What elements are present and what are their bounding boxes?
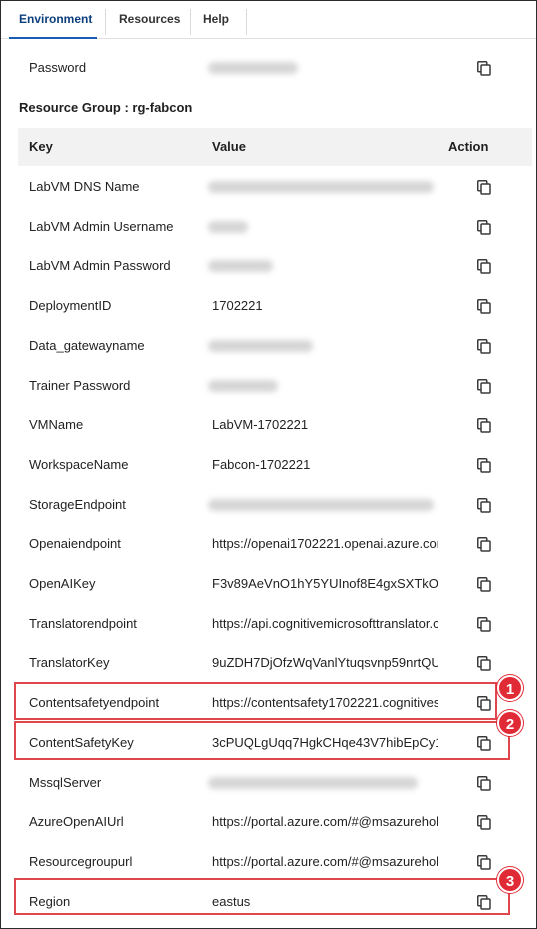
row-value: https://contentsafety1702221.cognitivese… — [212, 695, 438, 710]
resource-group-title: Resource Group : rg-fabcon — [19, 100, 193, 115]
annotation-badge-2: 2 — [497, 710, 523, 736]
row-key: DeploymentID — [29, 298, 112, 313]
table-row: Contentsafetyendpoint https://contentsafe… — [18, 684, 532, 722]
row-value: LabVM-1702221 — [212, 417, 309, 432]
copy-icon[interactable] — [477, 895, 491, 910]
row-value: 9uZDH7DjOfzWqVanlYtuqsvnp59nrtQU — [212, 655, 438, 670]
row-value: F3v89AeVnO1hY5YUInof8E4gxSXTkOu4c — [212, 576, 438, 591]
password-value-redacted — [208, 62, 298, 74]
table-row: DeploymentID 1702221 — [18, 287, 532, 325]
row-key: LabVM DNS Name — [29, 179, 140, 194]
annotation-badge-3: 3 — [497, 867, 523, 893]
tab-help[interactable]: Help — [203, 1, 229, 39]
row-key: TranslatorKey — [29, 655, 110, 670]
row-value-redacted — [208, 340, 313, 352]
copy-icon[interactable] — [477, 299, 491, 314]
table-row: Openaiendpoint https://openai1702221.open… — [18, 525, 532, 563]
header-key: Key — [29, 139, 53, 154]
table-row: Trainer Password — [18, 367, 532, 405]
copy-icon[interactable] — [477, 220, 491, 235]
tab-resources[interactable]: Resources — [119, 1, 180, 39]
tab-divider — [190, 9, 191, 35]
active-tab-indicator — [9, 37, 97, 39]
row-value: https://openai1702221.openai.azure.com — [212, 536, 438, 551]
copy-icon[interactable] — [477, 259, 491, 274]
table-row: Data_gatewayname — [18, 327, 532, 365]
row-key: Data_gatewayname — [29, 338, 145, 353]
table-row: AzureOpenAIUrl https://portal.azure.com/#… — [18, 803, 532, 841]
row-key: OpenAIKey — [29, 576, 96, 591]
table-row: ContentSafetyKey 3cPUQLgUqq7HgkCHqe43V7hi… — [18, 724, 532, 762]
table-row: Region eastus — [18, 883, 532, 921]
lab-details-panel: Environment Resources Help Password Reso… — [0, 0, 537, 929]
row-key: Contentsafetyendpoint — [29, 695, 160, 710]
copy-icon[interactable] — [477, 537, 491, 552]
password-key: Password — [29, 60, 87, 75]
copy-icon[interactable] — [477, 656, 491, 671]
annotation-badge-1: 1 — [497, 675, 523, 701]
row-value-redacted — [208, 221, 248, 233]
row-value: eastus — [212, 894, 251, 909]
row-key: Openaiendpoint — [29, 536, 121, 551]
copy-icon[interactable] — [477, 577, 491, 592]
row-key: Resourcegroupurl — [29, 854, 133, 869]
table-row: VMName LabVM-1702221 — [18, 406, 532, 444]
table-row: TranslatorKey 9uZDH7DjOfzWqVanlYtuqsvnp59… — [18, 644, 532, 682]
row-key: Region — [29, 894, 71, 909]
row-key: LabVM Admin Password — [29, 258, 171, 273]
row-value: https://api.cognitivemicrosofttranslator… — [212, 616, 438, 631]
copy-icon[interactable] — [477, 696, 491, 711]
table-row: LabVM Admin Username — [18, 208, 532, 246]
table-row: StorageEndpoint — [18, 486, 532, 524]
copy-icon[interactable] — [477, 498, 491, 513]
copy-icon[interactable] — [477, 180, 491, 195]
row-key: Trainer Password — [29, 378, 131, 393]
table-row: MssqlServer — [18, 764, 532, 802]
copy-icon[interactable] — [477, 855, 491, 870]
row-value-redacted — [208, 499, 434, 511]
row-key: StorageEndpoint — [29, 497, 126, 512]
row-value: Fabcon-1702221 — [212, 457, 311, 472]
password-row: Password — [18, 49, 532, 87]
row-key: WorkspaceName — [29, 457, 129, 472]
row-key: ContentSafetyKey — [29, 735, 134, 750]
copy-icon[interactable] — [477, 379, 491, 394]
copy-icon[interactable] — [477, 815, 491, 830]
copy-icon[interactable] — [477, 776, 491, 791]
row-value-redacted — [208, 260, 273, 272]
copy-icon[interactable] — [477, 458, 491, 473]
header-action: Action — [448, 139, 489, 154]
row-value: 3cPUQLgUqq7HgkCHqe43V7hibEpCy10 — [212, 735, 438, 750]
table-row: OpenAIKey F3v89AeVnO1hY5YUInof8E4gxSXTkOu… — [18, 565, 532, 603]
table-row: Resourcegroupurl https://portal.azure.com… — [18, 843, 532, 881]
row-key: LabVM Admin Username — [29, 219, 174, 234]
copy-icon[interactable] — [477, 339, 491, 354]
tab-bar: Environment Resources Help — [1, 1, 536, 39]
row-value-redacted — [208, 181, 434, 193]
row-key: AzureOpenAIUrl — [29, 814, 124, 829]
table-row: LabVM DNS Name — [18, 168, 532, 206]
row-value: https://portal.azure.com/#@msazurehol — [212, 814, 438, 829]
row-key: MssqlServer — [29, 775, 102, 790]
row-key: Translatorendpoint — [29, 616, 137, 631]
table-header: Key Value Action — [18, 128, 532, 166]
row-value: 1702221 — [212, 298, 263, 313]
copy-icon[interactable] — [477, 736, 491, 751]
copy-icon[interactable] — [477, 61, 491, 76]
row-value-redacted — [208, 380, 278, 392]
table-row: Translatorendpoint https://api.cognitivem… — [18, 605, 532, 643]
row-value-redacted — [208, 777, 418, 789]
row-key: VMName — [29, 417, 84, 432]
row-value: https://portal.azure.com/#@msazurehol — [212, 854, 438, 869]
copy-icon[interactable] — [477, 418, 491, 433]
header-value: Value — [212, 139, 246, 154]
table-row: LabVM Admin Password — [18, 247, 532, 285]
tab-divider — [246, 9, 247, 35]
tab-environment[interactable]: Environment — [19, 1, 92, 39]
tab-divider — [105, 9, 106, 35]
copy-icon[interactable] — [477, 617, 491, 632]
table-row: WorkspaceName Fabcon-1702221 — [18, 446, 532, 484]
